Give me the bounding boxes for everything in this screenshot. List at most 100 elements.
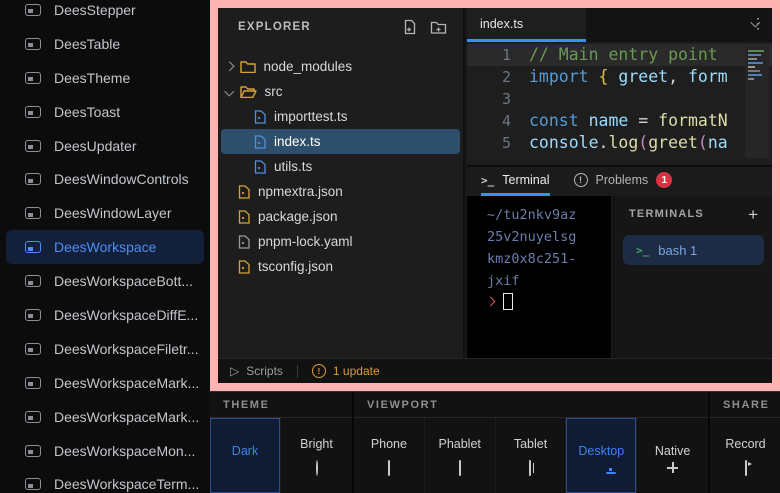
terminals-header: TERMINALS + xyxy=(615,196,772,232)
terminals-panel: TERMINALS + >_bash 1 xyxy=(613,196,772,358)
code-line: 3 xyxy=(467,88,772,110)
tree-item-importtest-ts[interactable]: importtest.ts xyxy=(221,104,460,129)
panel-tab-terminal[interactable]: >_Terminal xyxy=(481,167,550,196)
component-icon xyxy=(25,275,41,287)
sidebar-item-label: DeesTable xyxy=(54,36,120,52)
code-text: // Main entry point xyxy=(511,44,718,66)
ts-file-icon xyxy=(254,160,266,174)
explorer-title: EXPLORER xyxy=(238,21,390,33)
session-label: bash 1 xyxy=(658,243,697,258)
explorer-panel: EXPLORER node_modulessrcimporttest.ts ind… xyxy=(218,8,465,358)
scripts-button[interactable]: ▷ Scripts xyxy=(230,364,283,378)
sidebar-item-label: DeesWindowLayer xyxy=(54,205,172,221)
add-terminal-button[interactable]: + xyxy=(748,206,758,223)
editor-tabbar: index.ts ⋮ xyxy=(467,8,772,42)
terminal-prompt-icon: >_ xyxy=(481,174,494,187)
line-number: 3 xyxy=(467,88,511,110)
phablet-button[interactable]: Phablet xyxy=(425,418,496,493)
tree-item-src[interactable]: src xyxy=(221,79,460,104)
tree-item-label: utils.ts xyxy=(274,159,312,174)
tree-item-npmextra-json[interactable]: npmextra.json xyxy=(221,179,460,204)
sidebar-item-label: DeesWorkspaceMark... xyxy=(54,409,199,425)
new-file-icon[interactable] xyxy=(402,19,418,35)
prompt-chevron-icon xyxy=(486,297,496,307)
minimap-line xyxy=(748,54,761,56)
terminal-sessions: >_bash 1 xyxy=(615,235,772,265)
component-icon xyxy=(25,173,41,185)
tree-item-label: tsconfig.json xyxy=(258,259,333,274)
sidebar-item-label: DeesStepper xyxy=(54,2,136,18)
tree-item-utils-ts[interactable]: utils.ts xyxy=(221,154,460,179)
button-label: Tablet xyxy=(514,437,547,451)
sidebar-item-DeesWorkspaceTerm[interactable]: DeesWorkspaceTerm... xyxy=(6,467,204,493)
code-editor[interactable]: 1// Main entry point2import { greet, for… xyxy=(467,42,772,165)
update-button[interactable]: ! 1 update xyxy=(312,364,380,378)
dark-button[interactable]: Dark xyxy=(210,418,281,493)
toolbar-section-share: SHARERecord xyxy=(708,392,780,493)
sidebar-item-DeesTable[interactable]: DeesTable xyxy=(6,27,204,61)
sidebar-item-DeesWorkspaceMon[interactable]: DeesWorkspaceMon... xyxy=(6,434,204,468)
sidebar-item-label: DeesWorkspaceMon... xyxy=(54,443,195,459)
sidebar-item-DeesWorkspaceFiletr[interactable]: DeesWorkspaceFiletr... xyxy=(6,332,204,366)
sidebar-item-label: DeesWorkspace xyxy=(54,239,156,255)
code-text: const name = formatN xyxy=(511,110,728,132)
desktop-button[interactable]: Desktop xyxy=(566,418,637,493)
terminal-line: 25v2nuyelsg xyxy=(487,226,611,248)
tree-item-index-ts[interactable]: index.ts xyxy=(221,129,460,154)
minimap-line xyxy=(748,66,755,68)
button-label: Bright xyxy=(300,437,333,451)
sidebar-item-DeesWorkspace[interactable]: DeesWorkspace xyxy=(6,230,204,264)
minimap-line xyxy=(748,74,762,76)
new-folder-icon[interactable] xyxy=(430,20,447,35)
sidebar-item-label: DeesWorkspaceMark... xyxy=(54,375,199,391)
panel-tab-problems[interactable]: !Problems1 xyxy=(574,167,673,196)
sun-icon xyxy=(316,461,318,475)
terminal-output[interactable]: ~/tu2nkv9az25v2nuyelsgkmz0x8c251-jxif xyxy=(467,196,611,358)
tree-item-tsconfig-json[interactable]: tsconfig.json xyxy=(221,254,460,279)
json-file-icon xyxy=(238,185,250,199)
ts-file-icon xyxy=(254,135,266,149)
sidebar-item-DeesWindowControls[interactable]: DeesWindowControls xyxy=(6,162,204,196)
tree-item-pnpm-lock-yaml[interactable]: pnpm-lock.yaml xyxy=(221,229,460,254)
sidebar-item-DeesWorkspaceBott[interactable]: DeesWorkspaceBott... xyxy=(6,264,204,298)
chevron-down-icon xyxy=(225,87,234,96)
sidebar-item-DeesWorkspaceMark[interactable]: DeesWorkspaceMark... xyxy=(6,400,204,434)
sidebar-item-DeesWorkspaceDiffE[interactable]: DeesWorkspaceDiffE... xyxy=(6,298,204,332)
tree-item-label: package.json xyxy=(258,209,338,224)
file-tree: node_modulessrcimporttest.ts index.ts util… xyxy=(218,46,463,279)
minimap-line xyxy=(748,62,763,64)
terminals-title: TERMINALS xyxy=(629,208,748,220)
button-label: Native xyxy=(655,444,690,458)
component-icon xyxy=(25,343,41,355)
bright-button[interactable]: Bright xyxy=(281,418,352,493)
tree-item-node_modules[interactable]: node_modules xyxy=(221,54,460,79)
component-icon xyxy=(25,377,41,389)
sidebar-item-DeesTheme[interactable]: DeesTheme xyxy=(6,61,204,95)
record-button[interactable]: Record xyxy=(710,418,780,493)
json-file-icon xyxy=(238,210,250,224)
tree-item-label: node_modules xyxy=(264,59,353,74)
ts-file-icon xyxy=(254,110,266,124)
component-icon xyxy=(25,241,41,253)
json-file-icon xyxy=(238,260,250,274)
terminal-session-bash-1[interactable]: >_bash 1 xyxy=(623,235,764,265)
component-icon xyxy=(25,478,41,490)
terminal-cursor xyxy=(503,293,513,310)
tablet-button[interactable]: Tablet xyxy=(496,418,567,493)
sidebar-item-DeesWorkspaceMark[interactable]: DeesWorkspaceMark... xyxy=(6,366,204,400)
button-label: Record xyxy=(725,437,765,451)
sidebar-item-DeesStepper[interactable]: DeesStepper xyxy=(6,0,204,27)
native-button[interactable]: Native xyxy=(637,418,708,493)
phablet-icon xyxy=(459,461,461,475)
minimap[interactable] xyxy=(745,46,769,158)
terminal-lines: ~/tu2nkv9az25v2nuyelsgkmz0x8c251-jxif xyxy=(487,204,611,292)
tablet-icon xyxy=(529,461,531,475)
sidebar-item-DeesToast[interactable]: DeesToast xyxy=(6,95,204,129)
sidebar-item-DeesWindowLayer[interactable]: DeesWindowLayer xyxy=(6,196,204,230)
sidebar-item-DeesUpdater[interactable]: DeesUpdater xyxy=(6,129,204,163)
tree-item-label: index.ts xyxy=(274,134,321,149)
tree-item-package-json[interactable]: package.json xyxy=(221,204,460,229)
phone-button[interactable]: Phone xyxy=(354,418,425,493)
update-alert-icon: ! xyxy=(312,364,326,378)
editor-tab-index-ts[interactable]: index.ts xyxy=(467,8,586,42)
